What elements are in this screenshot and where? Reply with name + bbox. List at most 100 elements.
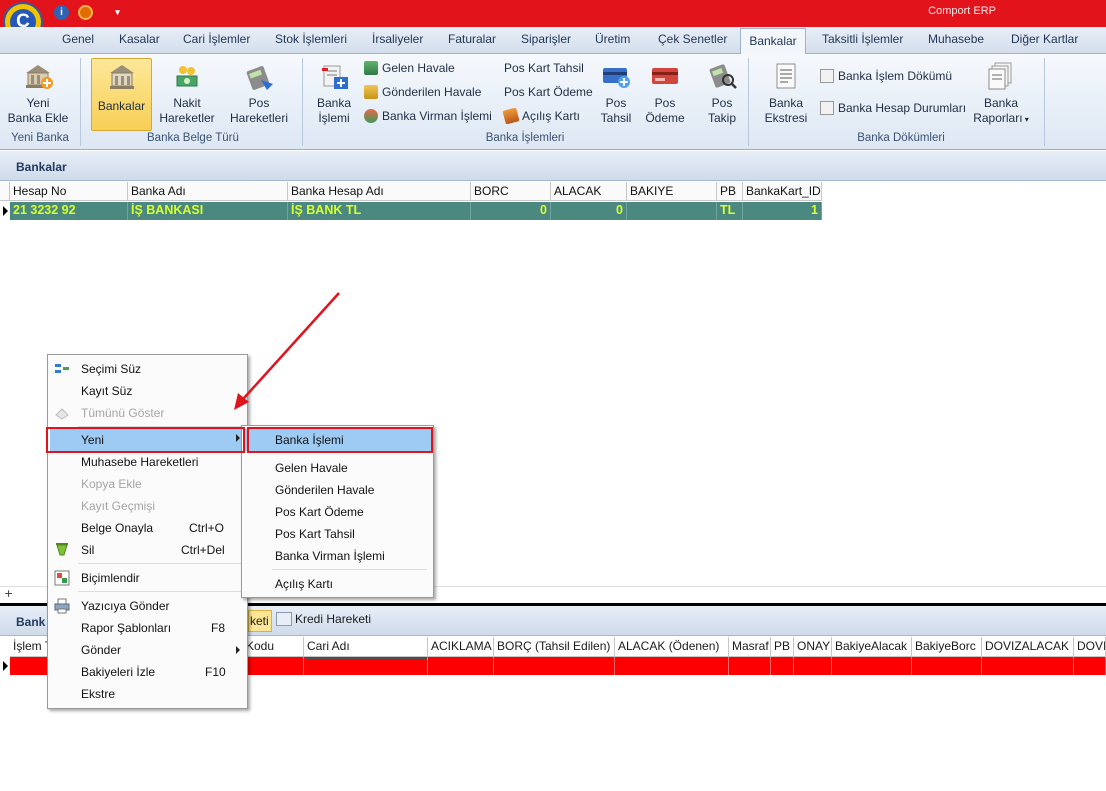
- col-header-hesap-no[interactable]: Hesap No: [10, 182, 128, 201]
- tab-bankalar[interactable]: Bankalar: [740, 28, 806, 55]
- submenu-item-banka-virman[interactable]: Banka Virman İşlemi: [244, 545, 431, 567]
- ribbon-separator: [1044, 58, 1045, 146]
- tab-kredi-hareketi[interactable]: Kredi Hareketi: [295, 612, 371, 626]
- col-header-alacak[interactable]: ALACAK: [551, 182, 627, 201]
- tab-faturalar[interactable]: Faturalar: [448, 32, 496, 52]
- tab-muhasebe[interactable]: Muhasebe: [928, 32, 984, 52]
- col-header-cari-adi[interactable]: Cari Adı: [304, 637, 428, 657]
- table-cell-alacak[interactable]: [615, 657, 729, 675]
- menu-item-sil[interactable]: Sil Ctrl+Del: [50, 539, 246, 561]
- table-cell-alacak[interactable]: 0: [551, 202, 627, 220]
- menu-item-secimi-suz[interactable]: Seçimi Süz: [50, 358, 246, 380]
- col-header-onay[interactable]: ONAY: [794, 637, 832, 657]
- table-cell-bakiye-alacak[interactable]: [832, 657, 912, 675]
- menu-item-tumunu-goster[interactable]: Tümünü Göster: [50, 402, 246, 424]
- table-cell-bankakart-id[interactable]: 1: [743, 202, 822, 220]
- table-cell-banka-adi[interactable]: İŞ BANKASI: [128, 202, 288, 220]
- tab-siparisler[interactable]: Siparişler: [521, 32, 571, 52]
- bankalar-button[interactable]: Bankalar: [91, 58, 152, 131]
- table-cell-kodu[interactable]: [243, 657, 304, 675]
- table-cell-doviz-alacak[interactable]: [982, 657, 1074, 675]
- tab-taksitli-islemler[interactable]: Taksitli İşlemler: [822, 32, 903, 52]
- col-header-bakiye-borc[interactable]: BakiyeBorc: [912, 637, 982, 657]
- pos-takip-button[interactable]: Pos Takip: [700, 58, 744, 126]
- table-cell-doviz-more[interactable]: [1074, 657, 1106, 675]
- add-row-icon[interactable]: +: [4, 587, 13, 600]
- table-cell-aciklama[interactable]: [428, 657, 494, 675]
- gonderilen-havale-button[interactable]: Gönderilen Havale: [364, 82, 481, 102]
- banka-raporlari-button[interactable]: Banka Raporları ▾: [968, 58, 1034, 127]
- ribbon-separator: [80, 58, 81, 146]
- col-header-masraf[interactable]: Masraf: [729, 637, 771, 657]
- tab-cari-islemler[interactable]: Cari İşlemler: [183, 32, 250, 52]
- pos-kart-odeme-button[interactable]: Pos Kart Ödeme: [504, 82, 593, 102]
- pos-hareketleri-button[interactable]: Pos Hareketleri: [225, 58, 293, 126]
- table-cell-pb[interactable]: TL: [717, 202, 743, 220]
- tab-uretim[interactable]: Üretim: [595, 32, 630, 52]
- menu-item-bakiyeleri-izle[interactable]: Bakiyeleri İzle F10: [50, 661, 246, 683]
- tab-cek-senetler[interactable]: Çek Senetler: [658, 32, 727, 52]
- pos-kart-tahsil-button[interactable]: Pos Kart Tahsil: [504, 58, 584, 78]
- col-header-banka-hesap-adi[interactable]: Banka Hesap Adı: [288, 182, 471, 201]
- tab-diger-kartlar[interactable]: Diğer Kartlar: [1011, 32, 1078, 52]
- settings-icon[interactable]: [78, 5, 93, 20]
- table-cell-borc[interactable]: [494, 657, 615, 675]
- menu-item-kopya-ekle[interactable]: Kopya Ekle: [50, 473, 246, 495]
- col-header-bankakart-id[interactable]: BankaKart_ID: [743, 182, 822, 201]
- menu-item-gonder[interactable]: Gönder: [50, 639, 246, 661]
- banka-ekstresi-button[interactable]: Banka Ekstresi: [760, 58, 812, 126]
- new-bank-button[interactable]: Yeni Banka Ekle: [6, 58, 70, 126]
- col-header-pb[interactable]: PB: [771, 637, 794, 657]
- pos-odeme-button[interactable]: Pos Ödeme: [643, 58, 687, 126]
- table-cell-cari-adi[interactable]: [304, 657, 428, 675]
- col-header-kodu[interactable]: Kodu: [243, 637, 304, 657]
- gelen-havale-button[interactable]: Gelen Havale: [364, 58, 455, 78]
- submenu-item-gelen-havale[interactable]: Gelen Havale: [244, 457, 431, 479]
- menu-item-kayit-gecmisi[interactable]: Kayıt Geçmişi: [50, 495, 246, 517]
- submenu-item-acilis-karti[interactable]: Açılış Kartı: [244, 573, 431, 595]
- banka-hesap-durumlari-button[interactable]: Banka Hesap Durumları: [820, 98, 966, 118]
- table-cell-hesap-no[interactable]: 21 3232 92: [10, 202, 128, 220]
- tab-kasalar[interactable]: Kasalar: [119, 32, 160, 52]
- banka-islemi-button[interactable]: Banka İşlemi: [311, 58, 357, 126]
- col-header-doviz-alacak[interactable]: DOVIZALACAK: [982, 637, 1074, 657]
- table-cell-bakiye[interactable]: [627, 202, 717, 220]
- col-header-bakiye[interactable]: BAKIYE: [627, 182, 717, 201]
- menu-item-ekstre[interactable]: Ekstre: [50, 683, 246, 705]
- table-cell-onay[interactable]: [794, 657, 832, 675]
- table-cell-bakiye-borc[interactable]: [912, 657, 982, 675]
- col-header-aciklama[interactable]: ACIKLAMA: [428, 637, 494, 657]
- submenu-item-gonderilen-havale[interactable]: Gönderilen Havale: [244, 479, 431, 501]
- tab-banka-hareketi[interactable]: keti: [248, 610, 272, 632]
- table-cell-masraf[interactable]: [729, 657, 771, 675]
- banka-virman-button[interactable]: Banka Virman İşlemi: [364, 106, 492, 126]
- col-header-pb[interactable]: PB: [717, 182, 743, 201]
- menu-item-muhasebe-hareketleri[interactable]: Muhasebe Hareketleri: [50, 451, 246, 473]
- table-cell-borc[interactable]: 0: [471, 202, 551, 220]
- submenu-item-pos-kart-tahsil[interactable]: Pos Kart Tahsil: [244, 523, 431, 545]
- quick-access-dropdown-icon[interactable]: ▾: [110, 5, 125, 20]
- menu-item-belge-onayla[interactable]: Belge Onayla Ctrl+O: [50, 517, 246, 539]
- tab-irsaliyeler[interactable]: İrsaliyeler: [372, 32, 423, 52]
- info-icon[interactable]: i: [54, 5, 69, 20]
- col-header-borc-tahsil[interactable]: BORÇ (Tahsil Edilen): [494, 637, 615, 657]
- table-cell-banka-hesap-adi[interactable]: İŞ BANK TL: [288, 202, 471, 220]
- table-cell-pb[interactable]: [771, 657, 794, 675]
- tab-stok-islemleri[interactable]: Stok İşlemleri: [275, 32, 347, 52]
- menu-item-rapor-sablonlari[interactable]: Rapor Şablonları F8: [50, 617, 246, 639]
- col-header-bakiye-alacak[interactable]: BakiyeAlacak: [832, 637, 912, 657]
- col-header-borc[interactable]: BORC: [471, 182, 551, 201]
- col-header-doviz-more[interactable]: DOVI: [1074, 637, 1106, 657]
- menu-item-yaziciya-gonder[interactable]: Yazıcıya Gönder: [50, 595, 246, 617]
- submenu-item-pos-kart-odeme[interactable]: Pos Kart Ödeme: [244, 501, 431, 523]
- banka-islem-dokumu-button[interactable]: Banka İşlem Dökümü: [820, 66, 952, 86]
- rapor-label-2: Raporları: [973, 111, 1023, 125]
- acilis-karti-button[interactable]: Açılış Kartı: [502, 106, 580, 126]
- menu-item-kayit-suz[interactable]: Kayıt Süz: [50, 380, 246, 402]
- col-header-alacak-odenen[interactable]: ALACAK (Ödenen): [615, 637, 729, 657]
- nakit-hareketler-button[interactable]: Nakit Hareketler: [157, 58, 217, 126]
- col-header-banka-adi[interactable]: Banka Adı: [128, 182, 288, 201]
- menu-item-bicimlendir[interactable]: Biçimlendir: [50, 567, 246, 589]
- tab-genel[interactable]: Genel: [62, 32, 94, 52]
- pos-tahsil-button[interactable]: Pos Tahsil: [596, 58, 636, 126]
